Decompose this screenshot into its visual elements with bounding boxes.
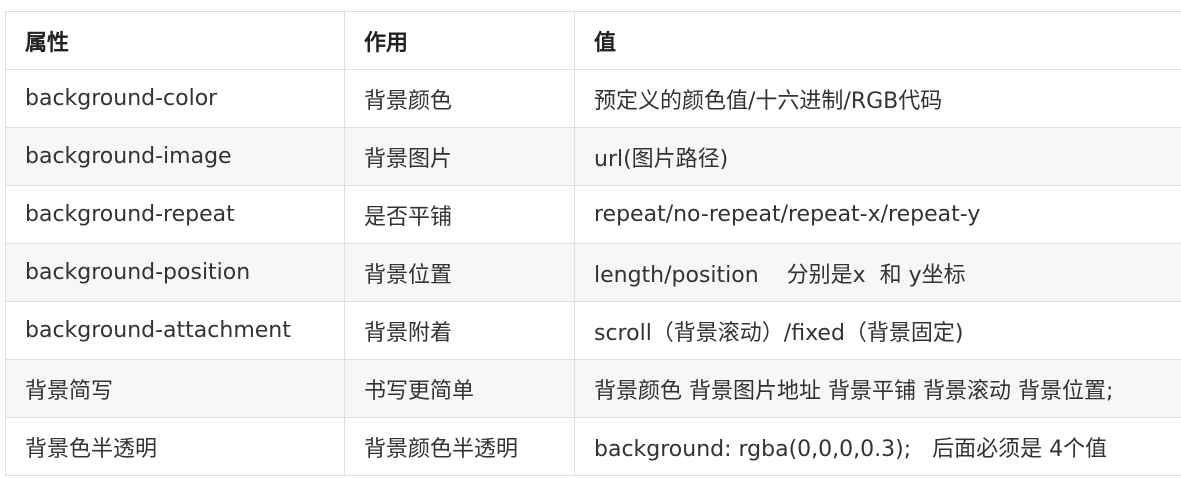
value-cell: 背景颜色 背景图片地址 背景平铺 背景滚动 背景位置; [574, 359, 1181, 418]
table-row: background-position 背景位置 length/position… [5, 243, 1181, 302]
property-cell: 背景色半透明 [5, 417, 345, 476]
function-cell: 背景图片 [344, 127, 575, 186]
table-container: 属性 作用 值 background-color 背景颜色 预定义的颜色值/十六… [5, 11, 1181, 478]
value-cell: length/position 分别是x 和 y坐标 [574, 243, 1181, 302]
function-cell: 背景颜色半透明 [344, 417, 575, 476]
table-row: 背景简写 书写更简单 背景颜色 背景图片地址 背景平铺 背景滚动 背景位置; [5, 359, 1181, 418]
property-cell: 背景简写 [5, 359, 345, 418]
function-cell: 是否平铺 [344, 185, 575, 244]
property-cell: background-color [5, 69, 345, 128]
css-background-properties-table: 属性 作用 值 background-color 背景颜色 预定义的颜色值/十六… [5, 11, 1181, 476]
table-row: background-repeat 是否平铺 repeat/no-repeat/… [5, 185, 1181, 244]
value-cell: 预定义的颜色值/十六进制/RGB代码 [574, 69, 1181, 128]
property-cell: background-repeat [5, 185, 345, 244]
table-row: 背景色半透明 背景颜色半透明 background: rgba(0,0,0,0.… [5, 417, 1181, 476]
property-cell: background-attachment [5, 301, 345, 360]
value-cell: background: rgba(0,0,0,0.3); 后面必须是 4个值 [574, 417, 1181, 476]
function-cell: 背景颜色 [344, 69, 575, 128]
function-cell: 书写更简单 [344, 359, 575, 418]
function-cell: 背景位置 [344, 243, 575, 302]
table-row: background-attachment 背景附着 scroll（背景滚动）/… [5, 301, 1181, 360]
table-header-row: 属性 作用 值 [5, 11, 1181, 70]
header-value: 值 [574, 11, 1181, 70]
table-row: background-color 背景颜色 预定义的颜色值/十六进制/RGB代码 [5, 69, 1181, 128]
value-cell: url(图片路径) [574, 127, 1181, 186]
property-cell: background-position [5, 243, 345, 302]
value-cell: scroll（背景滚动）/fixed（背景固定) [574, 301, 1181, 360]
value-cell: repeat/no-repeat/repeat-x/repeat-y [574, 185, 1181, 244]
property-cell: background-image [5, 127, 345, 186]
function-cell: 背景附着 [344, 301, 575, 360]
table-row: background-image 背景图片 url(图片路径) [5, 127, 1181, 186]
header-function: 作用 [344, 11, 575, 70]
header-property: 属性 [5, 11, 345, 70]
